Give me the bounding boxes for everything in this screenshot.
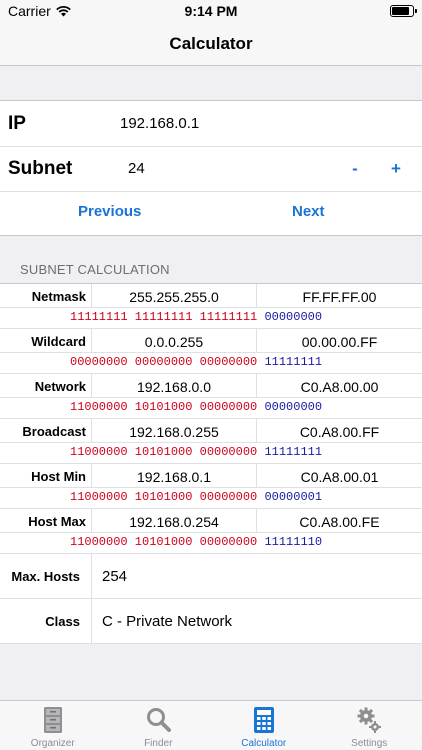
- tab-label: Settings: [351, 738, 388, 749]
- subnet-label: Subnet: [8, 158, 73, 179]
- tab-label: Organizer: [30, 738, 75, 749]
- network-bits: 00000000 00000000 00000000: [70, 355, 265, 369]
- result-decimal: 192.168.0.1: [137, 469, 211, 485]
- tab-bar: Organizer Finder Calculator Settings: [0, 700, 422, 750]
- battery-icon: [390, 5, 417, 17]
- result-label: Wildcard: [31, 334, 86, 349]
- battery-fill: [392, 7, 409, 15]
- navigation-buttons-row: Previous Next: [0, 191, 422, 237]
- host-bits: 00000001: [264, 490, 323, 504]
- result-label: Host Min: [31, 469, 86, 484]
- tab-settings[interactable]: Settings: [317, 701, 422, 750]
- result-hex: C0.A8.00.FE: [299, 514, 380, 530]
- result-decimal: 0.0.0.255: [144, 334, 204, 350]
- result-label: Netmask: [31, 289, 86, 304]
- ip-row[interactable]: IP 192.168.0.1: [0, 101, 422, 146]
- info-value: C - Private Network: [102, 613, 233, 630]
- column-divider: [91, 554, 92, 599]
- tab-finder[interactable]: Finder: [106, 701, 212, 750]
- cabinet-icon: [43, 707, 62, 733]
- ip-label: IP: [8, 113, 26, 134]
- result-binary: 11000000 10101000 00000000 11111110: [70, 535, 322, 549]
- result-decimal: 192.168.0.0: [137, 379, 211, 395]
- result-row-network: Network 192.168.0.0 C0.A8.00.00 11000000…: [0, 374, 422, 419]
- result-binary: 11000000 10101000 00000000 00000000: [70, 400, 322, 414]
- subnet-input[interactable]: 24: [128, 160, 145, 177]
- result-row-host-min: Host Min 192.168.0.1 C0.A8.00.01 1100000…: [0, 464, 422, 509]
- result-label: Host Max: [28, 514, 86, 529]
- result-binary: 00000000 00000000 00000000 11111111: [70, 355, 322, 369]
- host-bits: 11111110: [264, 535, 323, 549]
- network-bits: 11111111 11111111 11111111: [70, 310, 265, 324]
- result-hex: C0.A8.00.00: [300, 379, 379, 395]
- network-bits: 11000000 10101000 00000000: [70, 400, 265, 414]
- magnifier-icon: [147, 708, 172, 732]
- result-hex: C0.A8.00.FF: [299, 424, 380, 440]
- network-bits: 11000000 10101000 00000000: [70, 490, 265, 504]
- info-row-max-hosts: Max. Hosts 254: [0, 554, 422, 599]
- result-row-wildcard: Wildcard 0.0.0.255 00.00.00.FF 00000000 …: [0, 329, 422, 374]
- ip-input[interactable]: 192.168.0.1: [120, 115, 199, 132]
- result-binary: 11111111 11111111 11111111 00000000: [70, 310, 322, 324]
- result-label: Network: [34, 379, 86, 394]
- result-decimal: 192.168.0.254: [129, 514, 219, 530]
- subnet-row: Subnet 24 - +: [0, 146, 422, 191]
- result-row-netmask: Netmask 255.255.255.0 FF.FF.FF.00 111111…: [0, 284, 422, 329]
- info-value: 254: [102, 568, 128, 585]
- result-label: Broadcast: [22, 424, 86, 439]
- tab-organizer[interactable]: Organizer: [0, 701, 106, 750]
- column-divider: [91, 599, 92, 644]
- input-section: IP 192.168.0.1 Subnet 24 - + Previous Ne…: [0, 100, 422, 236]
- info-label: Class: [45, 614, 80, 629]
- result-binary: 11000000 10101000 00000000 11111111: [70, 445, 322, 459]
- status-time: 9:14 PM: [184, 3, 238, 19]
- network-bits: 11000000 10101000 00000000: [70, 445, 265, 459]
- tab-label: Finder: [144, 738, 173, 749]
- next-button[interactable]: Next: [292, 203, 325, 220]
- page-title: Calculator: [169, 34, 253, 53]
- host-bits: 11111111: [264, 355, 323, 369]
- result-decimal: 192.168.0.255: [129, 424, 219, 440]
- status-bar: Carrier 9:14 PM: [0, 0, 422, 22]
- host-bits: 11111111: [264, 445, 323, 459]
- result-row-host-max: Host Max 192.168.0.254 C0.A8.00.FE 11000…: [0, 509, 422, 554]
- result-row-broadcast: Broadcast 192.168.0.255 C0.A8.00.FF 1100…: [0, 419, 422, 464]
- result-hex: FF.FF.FF.00: [302, 289, 377, 305]
- gears-icon: [357, 707, 382, 733]
- result-binary: 11000000 10101000 00000000 00000001: [70, 490, 322, 504]
- result-decimal: 255.255.255.0: [129, 289, 219, 305]
- results-table: Netmask 255.255.255.0 FF.FF.FF.00 111111…: [0, 283, 422, 644]
- tab-calculator[interactable]: Calculator: [211, 701, 317, 750]
- section-header: SUBNET CALCULATION: [20, 262, 170, 277]
- subnet-decrement-button[interactable]: -: [343, 155, 367, 183]
- previous-button[interactable]: Previous: [78, 203, 141, 220]
- tab-label: Calculator: [241, 738, 287, 749]
- calculator-icon: [253, 707, 274, 733]
- network-bits: 11000000 10101000 00000000: [70, 535, 265, 549]
- navigation-bar: Calculator: [0, 22, 422, 66]
- result-hex: 00.00.00.FF: [301, 334, 378, 350]
- host-bits: 00000000: [264, 310, 323, 324]
- host-bits: 00000000: [264, 400, 323, 414]
- info-row-class: Class C - Private Network: [0, 599, 422, 644]
- result-hex: C0.A8.00.01: [300, 469, 379, 485]
- info-label: Max. Hosts: [11, 569, 80, 584]
- subnet-increment-button[interactable]: +: [384, 155, 408, 183]
